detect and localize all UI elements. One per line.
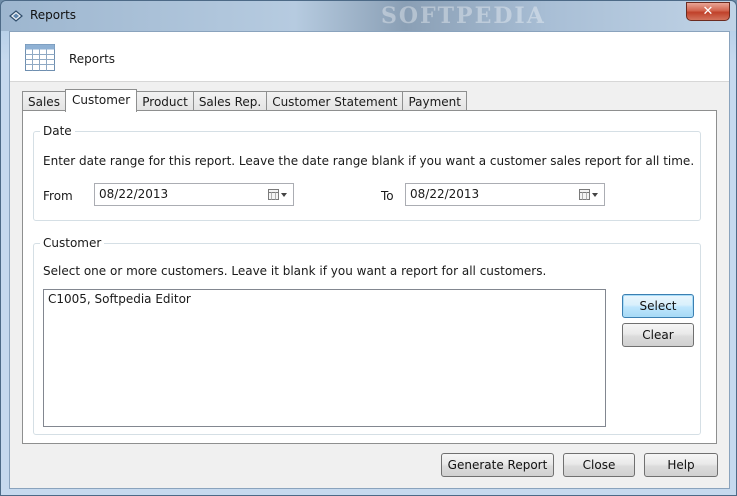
date-group-legend: Date — [40, 124, 75, 138]
tab-product[interactable]: Product — [136, 91, 194, 111]
tab-customer[interactable]: Customer — [64, 89, 138, 112]
customer-group-legend: Customer — [40, 236, 105, 250]
tab-sales[interactable]: Sales — [22, 91, 66, 111]
tab-customer-statement[interactable]: Customer Statement — [266, 91, 404, 111]
watermark: SOFTPEDIA — [381, 3, 546, 29]
tab-sales-rep[interactable]: Sales Rep. — [192, 91, 268, 111]
dialog-client: Reports Sales Customer Product Sales Rep… — [9, 31, 730, 489]
title-bar[interactable]: Reports SOFTPEDIA ✕ — [1, 1, 736, 31]
report-grid-icon — [25, 44, 55, 71]
tab-strip: Sales Customer Product Sales Rep. Custom… — [22, 89, 467, 112]
to-date-value: 08/22/2013 — [410, 187, 480, 201]
customer-group: Customer Select one or more customers. L… — [33, 236, 701, 435]
date-group: Date Enter date range for this report. L… — [33, 124, 701, 221]
list-item[interactable]: C1005, Softpedia Editor — [48, 292, 601, 306]
customer-listbox[interactable]: C1005, Softpedia Editor — [43, 289, 606, 427]
select-button[interactable]: Select — [622, 294, 694, 318]
app-icon — [8, 8, 24, 24]
close-icon: ✕ — [702, 4, 714, 19]
window-title: Reports — [30, 8, 77, 22]
calendar-dropdown-icon[interactable] — [267, 188, 289, 202]
clear-button[interactable]: Clear — [622, 323, 694, 347]
customer-description: Select one or more customers. Leave it b… — [43, 264, 547, 278]
to-date-picker[interactable]: 08/22/2013 — [405, 183, 605, 206]
help-button[interactable]: Help — [644, 453, 718, 477]
from-label: From — [43, 189, 73, 203]
to-label: To — [381, 189, 394, 203]
close-button[interactable]: Close — [563, 453, 635, 477]
from-date-value: 08/22/2013 — [99, 187, 169, 201]
from-date-picker[interactable]: 08/22/2013 — [94, 183, 294, 206]
date-description: Enter date range for this report. Leave … — [43, 154, 695, 168]
tab-panel-customer: Date Enter date range for this report. L… — [22, 110, 717, 444]
header-title: Reports — [69, 52, 116, 66]
calendar-dropdown-icon[interactable] — [578, 188, 600, 202]
header-band: Reports — [10, 32, 729, 82]
close-window-button[interactable]: ✕ — [686, 2, 730, 21]
generate-report-button[interactable]: Generate Report — [441, 453, 554, 477]
tab-payment[interactable]: Payment — [402, 91, 467, 111]
reports-window: Reports SOFTPEDIA ✕ Reports Sales Custom… — [0, 0, 737, 496]
